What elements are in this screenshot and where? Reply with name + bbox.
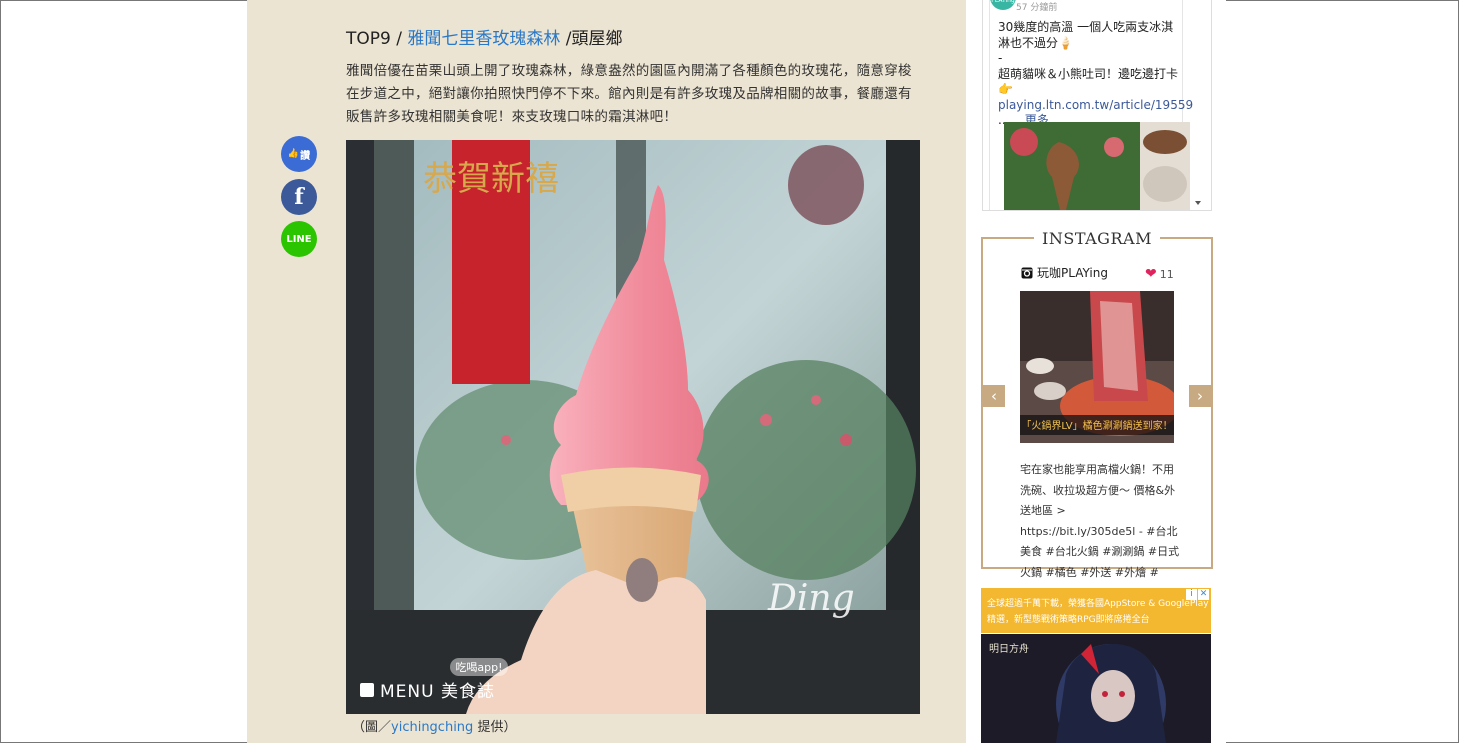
facebook-icon: f <box>294 184 304 210</box>
instagram-title: INSTAGRAM <box>983 229 1211 248</box>
post-line-3: 超萌貓咪＆小熊吐司！邊吃邊打卡 <box>998 66 1179 81</box>
thumbs-up-icon: 👍 <box>287 149 300 159</box>
line-share-button[interactable]: LINE <box>281 221 317 257</box>
heading-link[interactable]: 雅聞七里香玫瑰森林 <box>407 29 560 49</box>
caption-author-link[interactable]: yichingching <box>391 720 473 735</box>
caption-prefix: （圖／ <box>352 720 392 735</box>
instagram-caption: 宅在家也能享用高檔火鍋！不用洗碗、收拉圾超方便～ 價格&外送地區 > https… <box>1020 463 1180 579</box>
post-text: 30幾度的高溫 一個人吃兩支冰淇淋也不過分🍦 - 超萌貓咪＆小熊吐司！邊吃邊打卡… <box>998 20 1193 129</box>
ad-text-line-1: 全球超過千萬下載，榮獲各國AppStore & GooglePlay <box>987 599 1209 609</box>
heading-suffix: /頭屋鄉 <box>560 29 623 49</box>
ad-info-icon[interactable]: i <box>1186 589 1197 600</box>
article-photo: 恭賀新禧 Ding 吃喝app! MENU 美食誌 <box>346 140 920 714</box>
like-button[interactable]: 👍 讚 <box>281 136 317 172</box>
scroll-down-icon <box>1195 201 1201 205</box>
like-label: 讚 <box>300 150 311 162</box>
facebook-post-card: PLAYing 57 分鐘前 30幾度的高溫 一個人吃兩支冰淇淋也不過分🍦 - … <box>989 0 1193 210</box>
facebook-share-button[interactable]: f <box>281 179 317 215</box>
article-paragraph: 雅聞倍優在苗栗山頭上開了玫瑰森林，綠意盎然的園區內開滿了各種顏色的玫瑰花，隨意穿… <box>346 63 912 125</box>
watermark-app: 吃喝app! <box>455 661 502 674</box>
chevron-left-icon: ‹ <box>991 387 997 405</box>
carousel-next-button[interactable]: › <box>1189 385 1211 407</box>
instagram-photo-label: 「火鍋界LV」橘色涮涮鍋送到家！ <box>1021 419 1172 432</box>
ad-game-logo: 明日方舟 <box>989 644 1029 655</box>
banner-text: 恭賀新禧 <box>423 159 559 199</box>
post-line-2: - <box>998 51 1003 65</box>
instagram-icon <box>1021 267 1033 278</box>
instagram-likes: ❤ 11 <box>1145 266 1174 282</box>
post-photos[interactable] <box>1004 122 1190 210</box>
watermark-brand: MENU 美食誌 <box>380 682 495 702</box>
post-line-1: 30幾度的高溫 一個人吃兩支冰淇淋也不過分🍦 <box>998 20 1174 50</box>
widget-scrollbar[interactable] <box>1187 0 1209 210</box>
chevron-right-icon: › <box>1197 387 1203 405</box>
heading-prefix: TOP9 / <box>346 29 408 49</box>
heart-icon: ❤ <box>1145 266 1157 282</box>
like-count: 11 <box>1159 267 1174 281</box>
facebook-page-widget: PLAYing 57 分鐘前 30幾度的高溫 一個人吃兩支冰淇淋也不過分🍦 - … <box>982 0 1212 211</box>
line-icon: LINE <box>286 233 312 245</box>
instagram-photo[interactable]: 「火鍋界LV」橘色涮涮鍋送到家！ <box>1020 291 1174 443</box>
instagram-widget: INSTAGRAM 玩咖PLAYing ❤ 11 「火鍋界LV」橘色涮涮鍋送到家… <box>981 229 1213 579</box>
photo-signature: Ding <box>767 578 855 619</box>
caption-suffix: 提供） <box>473 720 517 735</box>
ad-banner[interactable]: 全球超過千萬下載，榮獲各國AppStore & GooglePlay 精選，新型… <box>981 588 1211 633</box>
section-heading: TOP9 / 雅聞七里香玫瑰森林 /頭屋鄉 <box>346 24 623 49</box>
ad-image[interactable]: 明日方舟 <box>981 634 1211 743</box>
instagram-user[interactable]: 玩咖PLAYing <box>1021 264 1108 281</box>
ad-close-icon[interactable]: ✕ <box>1198 589 1209 600</box>
ad-controls: i ✕ <box>1186 589 1209 600</box>
ad-text-line-2: 精選，新型態戰術策略RPG即將席捲全台 <box>987 615 1150 625</box>
photo-caption: （圖／yichingching 提供） <box>352 716 516 735</box>
instagram-username: 玩咖PLAYing <box>1037 266 1108 280</box>
carousel-prev-button[interactable]: ‹ <box>983 385 1005 407</box>
post-link[interactable]: 👉playing.ltn.com.tw/article/19559 <box>998 82 1193 113</box>
post-time: 57 分鐘前 <box>1016 3 1058 13</box>
page-avatar[interactable]: PLAYing <box>990 0 1016 10</box>
